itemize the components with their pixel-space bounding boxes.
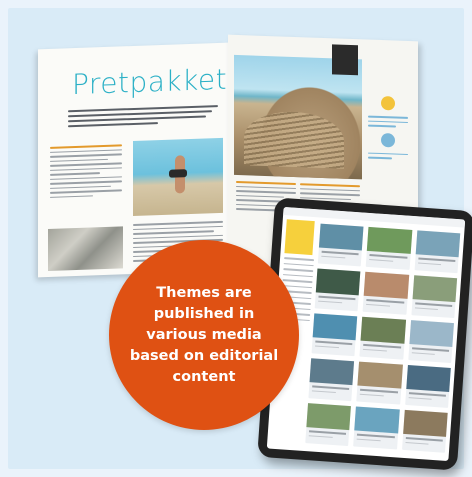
result-card xyxy=(401,409,448,453)
magazine-sidebar xyxy=(368,90,408,163)
result-card xyxy=(311,313,358,357)
result-card xyxy=(404,364,451,408)
result-card xyxy=(317,223,364,267)
result-card xyxy=(305,403,352,447)
result-card xyxy=(353,406,400,450)
result-card xyxy=(407,320,454,364)
callout-bubble: Themes are published in various media ba… xyxy=(109,240,299,430)
promo-panel: Pretpakket Themes are published in vario… xyxy=(8,8,472,471)
result-card xyxy=(366,226,413,270)
tablet-results-grid xyxy=(305,223,461,453)
magazine-badge xyxy=(332,44,358,76)
beach-photo xyxy=(133,137,223,216)
result-card xyxy=(414,230,461,274)
result-card xyxy=(359,316,406,360)
magazine-title: Pretpakket xyxy=(72,62,228,102)
result-card xyxy=(356,361,403,405)
result-card xyxy=(308,358,355,402)
magazine-left-column-text xyxy=(50,144,122,201)
callout-text: Themes are published in various media ba… xyxy=(129,284,279,385)
magazine-intro-text xyxy=(68,105,218,130)
tablet-brand-block xyxy=(284,219,315,256)
result-card xyxy=(362,271,409,315)
driftwood-photo xyxy=(48,226,123,271)
result-card xyxy=(314,268,361,312)
result-card xyxy=(411,275,458,319)
